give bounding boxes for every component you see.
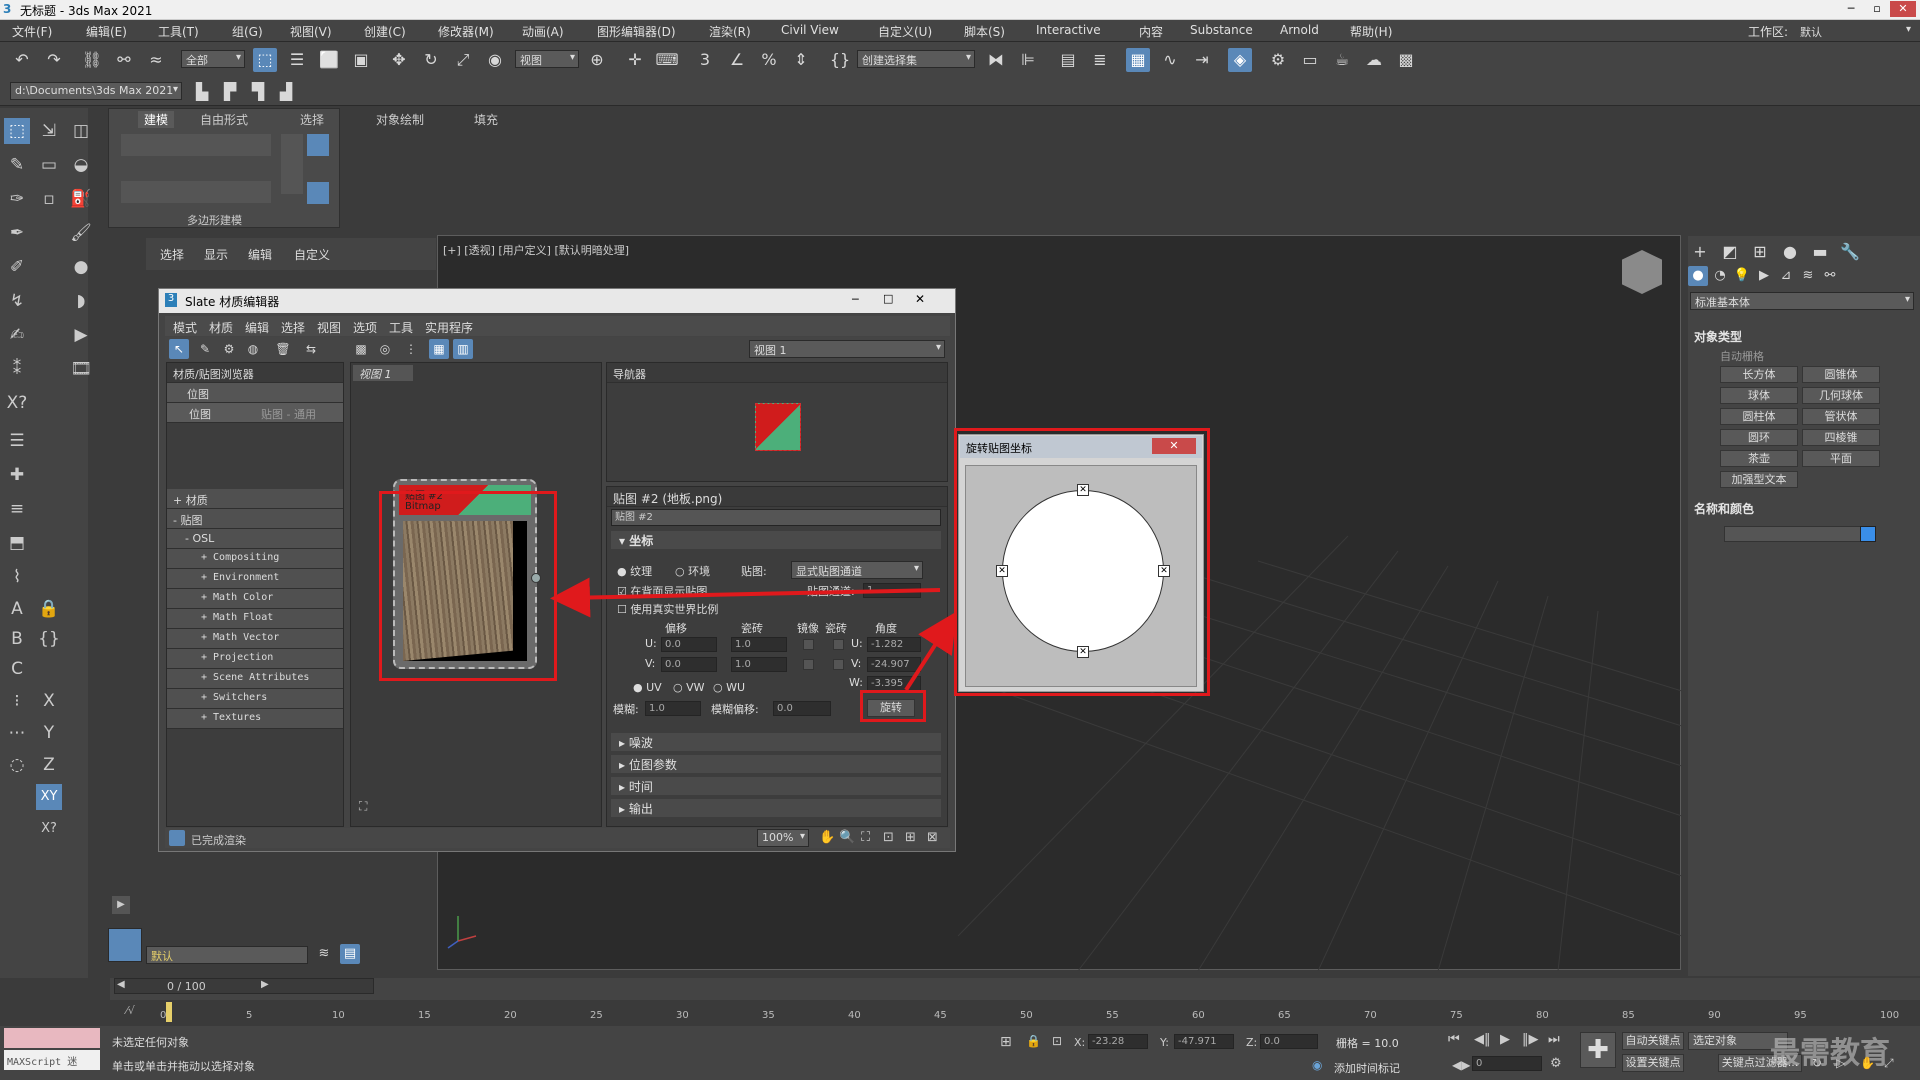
pan-nav-icon[interactable]: ✋ — [1860, 1056, 1875, 1070]
timeline-tick-label: 40 — [848, 1010, 861, 1021]
set-key-icon[interactable]: ✚ — [1580, 1032, 1616, 1068]
prev-frame-icon[interactable]: ◀‖ — [1474, 1032, 1491, 1047]
play-icon[interactable]: ▶ — [1500, 1032, 1510, 1047]
status-bar: MAXScript 迷 未选定任何对象 单击或单击并拖动以选择对象 ⊞ 🔒 ⊡ … — [0, 1026, 1920, 1080]
timeline-tick-label: 55 — [1106, 1010, 1119, 1021]
track-bar[interactable]: ⁄√ 0 5 10 15 20 25 30 35 40 45 50 55 60 65 70 75 80 85 90 9… — [110, 1000, 1920, 1026]
timeline-tick-label: 100 — [1880, 1010, 1900, 1021]
timeline-tick-label: 10 — [332, 1010, 345, 1021]
time-prev-icon[interactable]: ◀ — [117, 979, 125, 990]
maxscript-listener-top[interactable] — [4, 1028, 100, 1048]
maxscript-mini-listener[interactable]: MAXScript 迷 — [4, 1050, 100, 1070]
x-label: X: — [1074, 1036, 1086, 1049]
time-config-icon[interactable]: ⚙ — [1550, 1056, 1562, 1071]
time-slider[interactable]: ◀ 0 / 100 ▶ — [114, 978, 374, 994]
goto-start-icon[interactable]: ⏮ — [1448, 1032, 1460, 1047]
timeline-tick-label: 15 — [418, 1010, 431, 1021]
timeline-tick-label: 20 — [504, 1010, 517, 1021]
track-filter-icon[interactable]: ⁄√ — [126, 1004, 135, 1017]
time-next-icon[interactable]: ▶ — [261, 979, 269, 990]
y-coord-field[interactable]: -47.971 — [1174, 1034, 1234, 1049]
timeline-tick-label: 60 — [1192, 1010, 1205, 1021]
timeline-tick-label: 90 — [1708, 1010, 1721, 1021]
orbit-nav-icon[interactable]: ↻ — [1812, 1056, 1822, 1070]
timeline-tick-label: 75 — [1450, 1010, 1463, 1021]
next-frame-icon[interactable]: ‖▶ — [1522, 1032, 1539, 1047]
timeline-tick-label: 80 — [1536, 1010, 1549, 1021]
sidebar-expand-icon[interactable]: ▶ — [112, 896, 130, 914]
current-frame-field[interactable]: 0 — [1472, 1056, 1542, 1071]
layer-stack-icon[interactable]: ≋ — [314, 944, 334, 964]
goto-end-icon[interactable]: ⏭ — [1548, 1032, 1560, 1047]
current-layer-dropdown[interactable]: 默认 — [146, 946, 308, 964]
add-time-tag[interactable]: 添加时间标记 — [1334, 1060, 1400, 1076]
selection-lock-icon[interactable]: 🔒 — [1026, 1034, 1041, 1048]
z-label: Z: — [1246, 1036, 1258, 1049]
timeline-tick-label: 5 — [246, 1010, 253, 1021]
timeline-tick-label: 45 — [934, 1010, 947, 1021]
x-coord-field[interactable]: -23.28 — [1088, 1034, 1148, 1049]
annotation-arrows — [550, 577, 957, 692]
isolate-icon[interactable]: ⊞ — [1000, 1034, 1012, 1050]
maximize-viewport-icon[interactable]: ⤢ — [1884, 1056, 1894, 1071]
frame-counter: 0 / 100 — [167, 980, 206, 993]
timeline-tick-label: 65 — [1278, 1010, 1291, 1021]
grid-size: 栅格 = 10.0 — [1336, 1037, 1399, 1050]
timeline-tick-label: 85 — [1622, 1010, 1635, 1021]
layer-toggle-icon[interactable]: ▤ — [340, 944, 360, 964]
abs-rel-toggle-icon[interactable]: ⊡ — [1052, 1034, 1062, 1048]
timeline-tick-label: 25 — [590, 1010, 603, 1021]
timeline-ticks: 0 5 10 15 20 25 30 35 40 45 50 55 60 65 70 75 80 85 90 95 10… — [160, 1010, 1899, 1026]
timeline-tick-label: 70 — [1364, 1010, 1377, 1021]
timeline-tick-label: 50 — [1020, 1010, 1033, 1021]
prompt-line: 单击或单击并拖动以选择对象 — [112, 1060, 255, 1073]
key-mode-icon[interactable]: ◀▶ — [1452, 1058, 1470, 1072]
auto-key-button[interactable]: 自动关键点 — [1622, 1032, 1684, 1050]
arrow-to-node — [550, 577, 941, 618]
fov-nav-icon[interactable]: ▷ — [1836, 1056, 1845, 1070]
timeline-tick-label: 35 — [762, 1010, 775, 1021]
z-coord-field[interactable]: 0.0 — [1260, 1034, 1318, 1049]
timeline-tick-label: 30 — [676, 1010, 689, 1021]
time-tag-icon[interactable]: ◉ — [1312, 1058, 1322, 1072]
layer-manager-icon[interactable] — [108, 928, 142, 962]
arrow-to-dialog — [904, 611, 957, 692]
set-key-button[interactable]: 设置关键点 — [1622, 1054, 1684, 1072]
timeline-tick-label: 0 — [160, 1010, 167, 1021]
y-label: Y: — [1160, 1036, 1169, 1049]
timeline-tick-label: 95 — [1794, 1010, 1807, 1021]
selection-status: 未选定任何对象 — [112, 1036, 189, 1049]
